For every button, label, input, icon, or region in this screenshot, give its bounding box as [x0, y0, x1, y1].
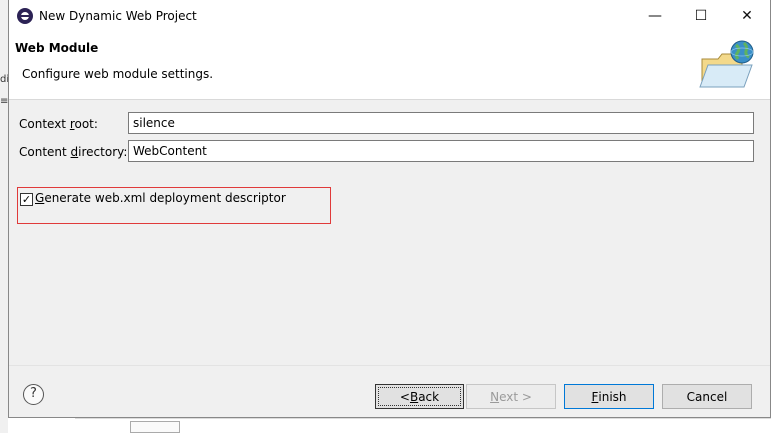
title-bar[interactable]: New Dynamic Web Project — ☐ ✕: [9, 0, 770, 31]
close-button[interactable]: ✕: [724, 0, 770, 31]
page-description: Configure web module settings.: [22, 67, 214, 81]
web-project-folder-globe-icon: [699, 40, 754, 88]
wizard-header: Web Module Configure web module settings…: [9, 31, 770, 100]
content-directory-label: Content directory:: [19, 145, 128, 159]
footer-separator: [9, 365, 770, 366]
generate-descriptor-label[interactable]: Generate web.xml deployment descriptor: [35, 191, 286, 205]
background-window-left-edge: di ≡: [0, 0, 9, 433]
content-directory-field[interactable]: WebContent: [128, 140, 754, 162]
background-window-bottom-edge: [75, 418, 771, 433]
context-root-label: Context root:: [19, 117, 98, 131]
context-root-field[interactable]: silence: [128, 112, 754, 134]
eclipse-icon: [17, 7, 33, 24]
page-title: Web Module: [15, 41, 99, 55]
new-dynamic-web-project-dialog: New Dynamic Web Project — ☐ ✕ Web Module…: [8, 0, 771, 418]
minimize-button[interactable]: —: [632, 0, 678, 31]
window-controls: — ☐ ✕: [632, 0, 770, 31]
finish-button[interactable]: Finish: [564, 384, 654, 409]
help-icon[interactable]: ?: [23, 384, 44, 405]
window-title: New Dynamic Web Project: [39, 8, 197, 23]
generate-descriptor-checkbox[interactable]: ✓: [20, 193, 33, 206]
cancel-button[interactable]: Cancel: [662, 384, 752, 409]
maximize-button[interactable]: ☐: [678, 0, 724, 31]
back-button[interactable]: < Back: [375, 384, 464, 409]
next-button[interactable]: Next >: [466, 384, 556, 409]
